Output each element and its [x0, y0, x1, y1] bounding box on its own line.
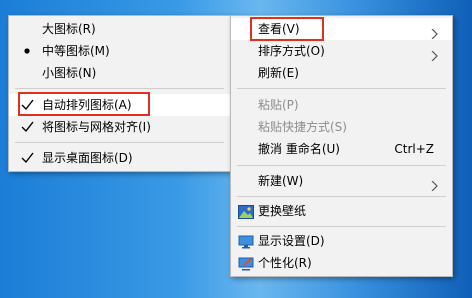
personalize-icon [238, 256, 254, 271]
menu-item-label: 小图标(N) [42, 66, 97, 80]
menu-item-refresh[interactable]: 刷新(E) [231, 62, 452, 84]
menu-item-paste-shortcut[interactable]: 粘贴快捷方式(S) [231, 116, 452, 138]
menu-item-label: 撤消 重命名(U) [258, 142, 340, 156]
menu-item-display-settings[interactable]: 显示设置(D) [231, 230, 452, 252]
check-icon [21, 116, 35, 138]
menu-item-label: 排序方式(O) [258, 44, 325, 58]
chevron-right-icon [430, 176, 440, 192]
display-settings-icon [238, 234, 254, 249]
radio-bullet-icon [21, 40, 35, 62]
menu-separator [237, 196, 446, 197]
menu-item-change-wallpaper[interactable]: 更换壁纸 [231, 200, 452, 222]
menu-item-label: 个性化(R) [258, 256, 312, 270]
menu-item-label: 粘贴(P) [258, 98, 299, 112]
menu-item-align-to-grid[interactable]: 将图标与网格对齐(I) [9, 116, 230, 138]
menu-separator [15, 88, 224, 89]
menu-item-show-desktop-icons[interactable]: 显示桌面图标(D) [9, 147, 230, 169]
menu-item-label: 中等图标(M) [42, 44, 110, 58]
menu-item-view[interactable]: 查看(V) [231, 18, 452, 40]
menu-separator [237, 88, 446, 89]
wallpaper-icon [238, 204, 254, 219]
menu-item-label: 显示设置(D) [258, 234, 325, 248]
menu-item-label: 将图标与网格对齐(I) [42, 120, 151, 134]
menu-separator [237, 165, 446, 166]
menu-item-label: 刷新(E) [258, 66, 299, 80]
check-icon [21, 147, 35, 169]
menu-item-new[interactable]: 新建(W) [231, 170, 452, 192]
menu-item-label: 粘贴快捷方式(S) [258, 120, 347, 134]
menu-separator [15, 142, 224, 143]
menu-item-label: 新建(W) [258, 174, 304, 188]
menu-item-paste[interactable]: 粘贴(P) [231, 94, 452, 116]
check-icon [21, 94, 35, 116]
menu-item-medium-icons[interactable]: 中等图标(M) [9, 40, 230, 62]
menu-item-label: 更换壁纸 [258, 204, 307, 218]
menu-item-label: 显示桌面图标(D) [42, 151, 133, 165]
menu-item-undo-rename[interactable]: 撤消 重命名(U) Ctrl+Z [231, 138, 452, 160]
menu-item-shortcut: Ctrl+Z [394, 142, 434, 156]
menu-item-label: 自动排列图标(A) [42, 98, 132, 112]
desktop-context-menu: 查看(V) 排序方式(O) 刷新(E) 粘贴(P) 粘贴快捷方式(S) 撤消 重… [230, 15, 453, 277]
chevron-right-icon [430, 46, 440, 62]
view-submenu: 大图标(R) 中等图标(M) 小图标(N) 自动排列图标(A) 将图标与网格对齐… [8, 15, 231, 172]
menu-item-label: 查看(V) [258, 22, 300, 36]
menu-item-large-icons[interactable]: 大图标(R) [9, 18, 230, 40]
menu-item-auto-arrange-icons[interactable]: 自动排列图标(A) [9, 94, 230, 116]
menu-item-sort-by[interactable]: 排序方式(O) [231, 40, 452, 62]
menu-item-label: 大图标(R) [42, 22, 96, 36]
chevron-right-icon [430, 24, 440, 40]
menu-item-personalize[interactable]: 个性化(R) [231, 252, 452, 274]
menu-item-small-icons[interactable]: 小图标(N) [9, 62, 230, 84]
menu-separator [237, 226, 446, 227]
